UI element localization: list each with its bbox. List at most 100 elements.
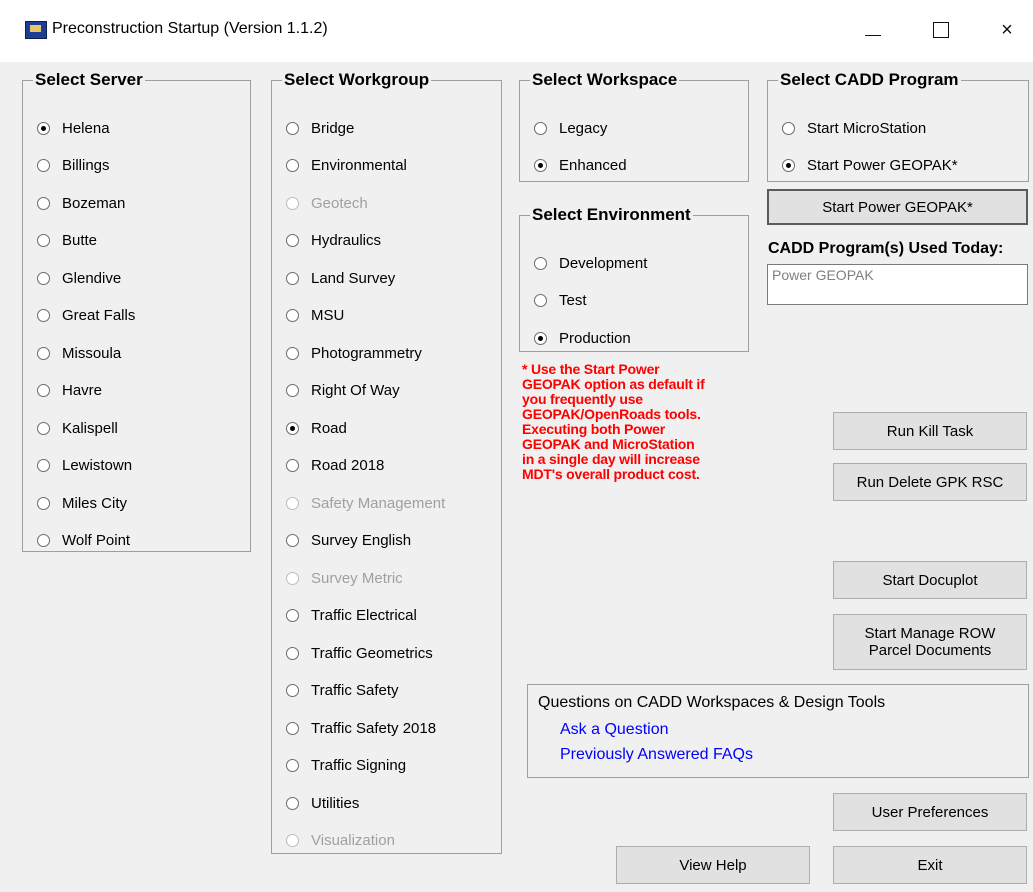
workgroup-radio-survey-english[interactable]: Survey English	[286, 531, 411, 551]
radio-circle-icon	[534, 159, 547, 172]
run-delete-gpk-rsc-label: Run Delete GPK RSC	[856, 473, 1004, 491]
cadd-program-radio-start-microstation[interactable]: Start MicroStation	[782, 118, 926, 138]
exit-button[interactable]: Exit	[833, 846, 1027, 884]
minimize-icon	[865, 34, 881, 36]
radio-circle-icon	[534, 294, 547, 307]
workgroup-radio-geotech: Geotech	[286, 193, 368, 213]
server-radio-helena[interactable]: Helena	[37, 118, 110, 138]
workgroup-radio-msu[interactable]: MSU	[286, 306, 344, 326]
used-today-label: CADD Program(s) Used Today:	[768, 240, 1004, 257]
environment-radio-test[interactable]: Test	[534, 291, 587, 311]
server-radio-label: Lewistown	[62, 457, 133, 474]
start-manage-row-label-line2: Parcel Documents	[868, 642, 992, 659]
start-manage-row-button[interactable]: Start Manage ROW Parcel Documents	[833, 614, 1027, 670]
radio-circle-icon	[286, 646, 299, 660]
server-radio-label: Miles City	[62, 494, 128, 512]
ask-question-link[interactable]: Ask a Question	[560, 721, 669, 739]
environment-group: Select Environment Development Test Produc…	[519, 205, 749, 352]
workgroup-radio-traffic-electrical[interactable]: Traffic Electrical	[286, 606, 417, 626]
workgroup-radio-label: Environmental	[311, 157, 407, 174]
warning-line: Executing both Power	[522, 421, 666, 437]
close-icon: ×	[1001, 18, 1013, 41]
radio-circle-icon	[37, 159, 50, 172]
faq-link[interactable]: Previously Answered FAQs	[560, 746, 753, 764]
start-docuplot-button[interactable]: Start Docuplot	[833, 561, 1027, 599]
workgroup-radio-traffic-geometrics[interactable]: Traffic Geometrics	[286, 643, 433, 663]
server-radio-label: Bozeman	[62, 194, 126, 212]
server-radio-butte[interactable]: Butte	[37, 231, 97, 251]
server-radio-miles-city[interactable]: Miles City	[37, 493, 127, 513]
workgroup-radio-road[interactable]: Road	[286, 418, 347, 438]
radio-circle-icon	[534, 256, 547, 270]
workgroup-radio-utilities[interactable]: Utilities	[286, 793, 359, 813]
title-bar[interactable]: Preconstruction Startup (Version 1.1.2) …	[0, 0, 1033, 62]
workgroup-radio-label: Traffic Signing	[311, 757, 407, 774]
radio-circle-icon	[37, 196, 50, 210]
workgroup-radio-photogrammetry[interactable]: Photogrammetry	[286, 343, 422, 363]
radio-circle-icon	[286, 834, 299, 847]
radio-circle-icon	[286, 496, 299, 510]
workgroup-radio-bridge[interactable]: Bridge	[286, 118, 354, 138]
workgroup-radio-land-survey[interactable]: Land Survey	[286, 268, 395, 288]
server-radio-missoula[interactable]: Missoula	[37, 343, 121, 363]
environment-radio-development[interactable]: Development	[534, 253, 647, 273]
maximize-button[interactable]	[918, 10, 964, 50]
radio-circle-icon	[782, 121, 795, 135]
workgroup-radio-label: Right Of Way	[311, 382, 400, 399]
workgroup-radio-traffic-safety[interactable]: Traffic Safety	[286, 681, 399, 701]
questions-title: Questions on CADD Workspaces & Design To…	[538, 694, 886, 711]
environment-radio-production[interactable]: Production	[534, 328, 631, 348]
workgroup-radio-label: Hydraulics	[311, 232, 382, 249]
workgroup-radio-road-2018[interactable]: Road 2018	[286, 456, 384, 476]
workgroup-radio-label: Geotech	[311, 194, 368, 212]
radio-circle-icon	[37, 496, 50, 510]
run-kill-task-button[interactable]: Run Kill Task	[833, 412, 1027, 450]
server-radio-great-falls[interactable]: Great Falls	[37, 306, 135, 326]
server-radio-lewistown[interactable]: Lewistown	[37, 456, 132, 476]
workgroup-radio-label: Land Survey	[311, 269, 396, 287]
warning-line: MDT's overall product cost.	[522, 466, 700, 482]
radio-circle-icon	[37, 459, 50, 472]
workspace-radio-label: Legacy	[559, 119, 608, 137]
workgroup-group: Select Workgroup Bridge Environmental Geot…	[271, 70, 502, 854]
run-delete-gpk-rsc-button[interactable]: Run Delete GPK RSC	[833, 463, 1027, 501]
radio-circle-icon	[37, 534, 50, 547]
server-radio-glendive[interactable]: Glendive	[37, 268, 121, 288]
close-button[interactable]: ×	[984, 10, 1030, 50]
server-group: Select Server Helena Billings Bozeman Butte…	[22, 70, 251, 552]
cadd-program-radio-start-power-geopak[interactable]: Start Power GEOPAK*	[782, 156, 958, 176]
radio-circle-icon	[286, 346, 299, 360]
cadd-program-group: Select CADD Program Start MicroStation St…	[767, 70, 1029, 182]
app-icon	[25, 21, 47, 39]
minimize-button[interactable]	[850, 10, 896, 50]
workgroup-radio-traffic-safety-2018[interactable]: Traffic Safety 2018	[286, 718, 436, 738]
server-radio-kalispell[interactable]: Kalispell	[37, 418, 118, 438]
workgroup-radio-label: Bridge	[311, 119, 355, 137]
workspace-radio-enhanced[interactable]: Enhanced	[534, 156, 627, 176]
server-radio-label: Havre	[62, 382, 103, 399]
user-preferences-button[interactable]: User Preferences	[833, 793, 1027, 831]
workgroup-radio-label: Traffic Safety	[311, 682, 399, 699]
warning-line: GEOPAK option as default if	[522, 376, 705, 392]
workgroup-radio-label: Safety Management	[311, 494, 446, 512]
view-help-label: View Help	[679, 856, 747, 874]
radio-circle-icon	[37, 271, 50, 285]
server-radio-bozeman[interactable]: Bozeman	[37, 193, 125, 213]
used-today-field[interactable]: Power GEOPAK	[767, 264, 1028, 305]
workgroup-radio-label: Visualization	[311, 832, 395, 849]
server-radio-label: Missoula	[62, 344, 122, 362]
server-radio-wolf-point[interactable]: Wolf Point	[37, 531, 130, 551]
maximize-icon	[933, 22, 949, 38]
run-kill-task-label: Run Kill Task	[886, 422, 974, 440]
workgroup-radio-right-of-way[interactable]: Right Of Way	[286, 381, 400, 401]
workgroup-radio-hydraulics[interactable]: Hydraulics	[286, 231, 381, 251]
server-radio-havre[interactable]: Havre	[37, 381, 102, 401]
server-radio-billings[interactable]: Billings	[37, 156, 110, 176]
workgroup-radio-label: Road 2018	[311, 457, 385, 474]
view-help-button[interactable]: View Help	[616, 846, 810, 884]
workspace-radio-legacy[interactable]: Legacy	[534, 118, 607, 138]
workgroup-radio-traffic-signing[interactable]: Traffic Signing	[286, 756, 406, 776]
start-program-button[interactable]: Start Power GEOPAK*	[767, 189, 1028, 225]
radio-circle-icon	[286, 571, 299, 585]
workgroup-radio-environmental[interactable]: Environmental	[286, 156, 407, 176]
